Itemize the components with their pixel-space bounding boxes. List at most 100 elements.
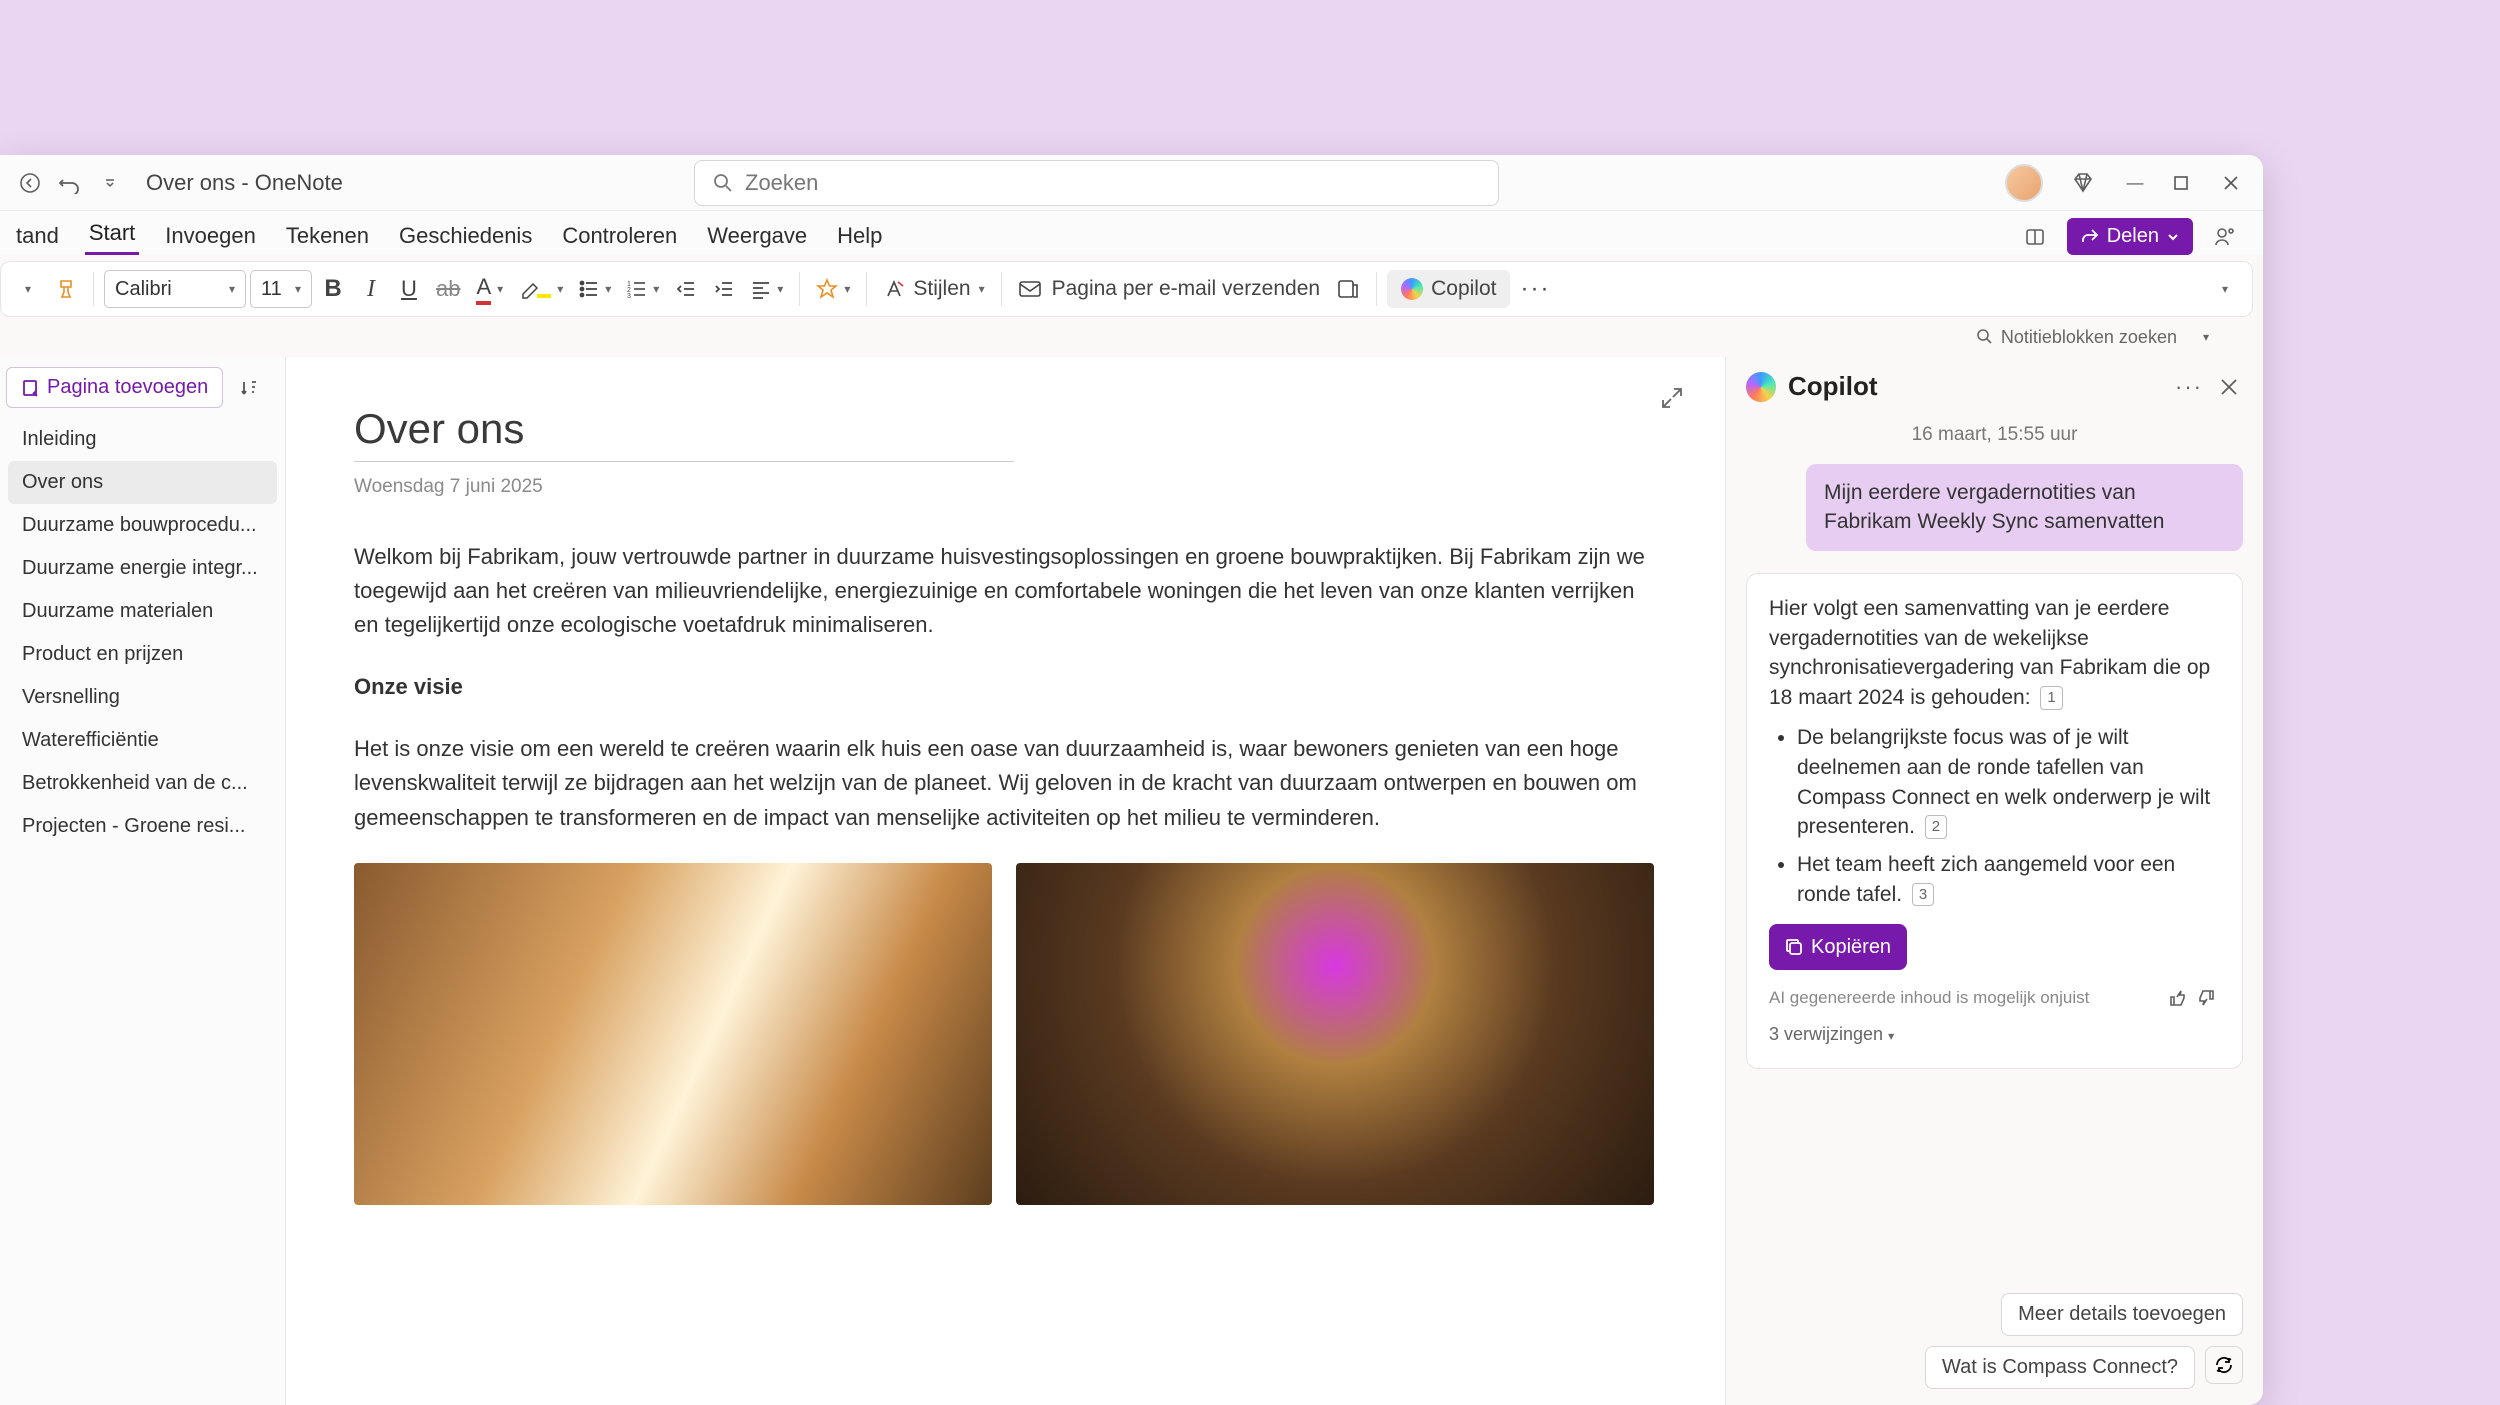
page-item-over-ons[interactable]: Over ons: [8, 461, 277, 504]
notebook-search[interactable]: Notitieblokken zoeken ▾: [1977, 327, 2209, 348]
reading-view-icon[interactable]: [2021, 223, 2049, 251]
svg-text:3: 3: [627, 293, 631, 299]
page-item-versnelling[interactable]: Versnelling: [0, 676, 285, 719]
maximize-icon[interactable]: [2173, 175, 2197, 191]
avatar[interactable]: [2005, 164, 2043, 202]
app-title: Over ons - OneNote: [146, 170, 343, 196]
tab-geschiedenis[interactable]: Geschiedenis: [395, 217, 536, 255]
search-placeholder: Zoeken: [745, 170, 818, 196]
page-item-product-prijzen[interactable]: Product en prijzen: [0, 633, 285, 676]
copy-icon: [1785, 938, 1803, 956]
premium-diamond-icon[interactable]: [2069, 169, 2097, 197]
copilot-timestamp: 16 maart, 15:55 uur: [1746, 424, 2243, 446]
thumbs-down-icon[interactable]: [2192, 984, 2220, 1012]
tab-weergave[interactable]: Weergave: [703, 217, 811, 255]
copilot-icon: [1401, 278, 1423, 300]
meeting-details-icon[interactable]: [1330, 270, 1366, 308]
indent-button[interactable]: [707, 270, 741, 308]
app-window: Over ons - OneNote Zoeken — tand Start I…: [0, 155, 2263, 1405]
page-item-duurzame-materialen[interactable]: Duurzame materialen: [0, 590, 285, 633]
font-color-button[interactable]: A▾: [470, 270, 509, 308]
add-page-button[interactable]: Pagina toevoegen: [6, 367, 223, 408]
tab-start[interactable]: Start: [85, 214, 139, 255]
expand-icon[interactable]: [1661, 387, 1683, 409]
tab-tand[interactable]: tand: [12, 217, 63, 255]
paste-dropdown[interactable]: ▾: [11, 270, 45, 308]
chevron-down-icon: [2167, 231, 2179, 243]
note-heading: Onze visie: [354, 674, 463, 699]
align-button[interactable]: ▾: [745, 270, 789, 308]
copilot-title: Copilot: [1788, 371, 1878, 402]
main: Pagina toevoegen Inleiding Over ons Duur…: [0, 357, 2263, 1405]
page-list-header: Pagina toevoegen: [0, 357, 285, 418]
font-size-select[interactable]: 11▾: [250, 270, 312, 308]
ai-message: Hier volgt een samenvatting van je eerde…: [1746, 573, 2243, 1069]
references-toggle[interactable]: 3 verwijzingen ▾: [1769, 1022, 2220, 1048]
user-message: Mijn eerdere vergadernotities van Fabrik…: [1806, 464, 2243, 551]
highlight-button[interactable]: ▾: [513, 270, 569, 308]
copilot-more-icon[interactable]: ···: [2175, 373, 2203, 401]
reference-badge[interactable]: 3: [1912, 883, 1934, 906]
format-painter-icon[interactable]: [49, 270, 83, 308]
thumbs-up-icon[interactable]: [2164, 984, 2192, 1012]
image-row: [354, 863, 1654, 1205]
email-page-button[interactable]: Pagina per e-mail verzenden: [1012, 270, 1327, 308]
more-commands-icon[interactable]: ···: [1514, 270, 1556, 308]
copilot-panel: Copilot ··· 16 maart, 15:55 uur Mijn eer…: [1725, 357, 2263, 1405]
reference-badge[interactable]: 1: [2040, 686, 2062, 709]
note-canvas[interactable]: Over ons Woensdag 7 juni 2025 Welkom bij…: [286, 357, 1725, 1405]
copy-button[interactable]: Kopiëren: [1769, 924, 1907, 970]
suggestion-row: Meer details toevoegen Wat is Compass Co…: [1726, 1293, 2263, 1405]
numbered-list-button[interactable]: 123▾: [621, 270, 665, 308]
note-image-spiral-structure[interactable]: [1016, 863, 1654, 1205]
bold-button[interactable]: B: [316, 270, 350, 308]
suggestion-compass-connect[interactable]: Wat is Compass Connect?: [1925, 1346, 2195, 1389]
ai-disclaimer: AI gegenereerde inhoud is mogelijk onjui…: [1769, 986, 2089, 1010]
copilot-ribbon-icon[interactable]: [2211, 223, 2239, 251]
tab-help[interactable]: Help: [833, 217, 886, 255]
font-name-select[interactable]: Calibri▾: [104, 270, 246, 308]
search-input[interactable]: Zoeken: [694, 160, 1499, 206]
format-toolbar: ▾ Calibri▾ 11▾ B I U ab A▾ ▾ ▾ 123▾ ▾ ▾ …: [0, 261, 2253, 317]
add-page-icon: [21, 379, 39, 397]
share-icon: [2081, 228, 2099, 246]
outdent-button[interactable]: [669, 270, 703, 308]
page-item-duurzame-energie[interactable]: Duurzame energie integr...: [0, 547, 285, 590]
close-icon[interactable]: [2223, 175, 2247, 191]
copilot-toolbar-button[interactable]: Copilot: [1387, 270, 1510, 308]
ai-intro: Hier volgt een samenvatting van je eerde…: [1769, 597, 2210, 709]
page-item-duurzame-bouw[interactable]: Duurzame bouwprocedu...: [0, 504, 285, 547]
tag-button[interactable]: ▾: [810, 270, 856, 308]
note-paragraph: Het is onze visie om een wereld te creër…: [354, 732, 1654, 834]
collapse-ribbon-icon[interactable]: ▾: [2208, 270, 2242, 308]
note-image-wood-architecture[interactable]: [354, 863, 992, 1205]
page-item-waterefficientie[interactable]: Waterefficiëntie: [0, 719, 285, 762]
italic-button[interactable]: I: [354, 270, 388, 308]
title-underline: [354, 461, 1014, 462]
styles-button[interactable]: Stijlen▾: [877, 270, 990, 308]
share-button[interactable]: Delen: [2067, 218, 2193, 255]
page-item-betrokkenheid[interactable]: Betrokkenheid van de c...: [0, 762, 285, 805]
tab-invoegen[interactable]: Invoegen: [161, 217, 260, 255]
sort-pages-icon[interactable]: [233, 370, 265, 406]
back-icon[interactable]: [16, 169, 44, 197]
titlebar-right: —: [2005, 164, 2247, 202]
underline-button[interactable]: U: [392, 270, 426, 308]
reference-badge[interactable]: 2: [1925, 815, 1947, 838]
note-date: Woensdag 7 juni 2025: [354, 476, 1657, 498]
note-body[interactable]: Welkom bij Fabrikam, jouw vertrouwde par…: [354, 540, 1654, 1205]
ribbon-tabs: tand Start Invoegen Tekenen Geschiedenis…: [0, 211, 2263, 255]
suggestion-more-details[interactable]: Meer details toevoegen: [2001, 1293, 2243, 1336]
regenerate-icon[interactable]: [2205, 1346, 2243, 1384]
tab-controleren[interactable]: Controleren: [558, 217, 681, 255]
tab-tekenen[interactable]: Tekenen: [282, 217, 373, 255]
customize-dropdown-icon[interactable]: [96, 169, 124, 197]
page-item-projecten[interactable]: Projecten - Groene resi...: [0, 805, 285, 848]
copilot-close-icon[interactable]: [2215, 373, 2243, 401]
minimize-icon[interactable]: —: [2123, 173, 2147, 193]
page-item-inleiding[interactable]: Inleiding: [0, 418, 285, 461]
page-title[interactable]: Over ons: [354, 405, 1657, 453]
undo-icon[interactable]: [56, 169, 84, 197]
strikethrough-button[interactable]: ab: [430, 270, 466, 308]
bullet-list-button[interactable]: ▾: [573, 270, 617, 308]
